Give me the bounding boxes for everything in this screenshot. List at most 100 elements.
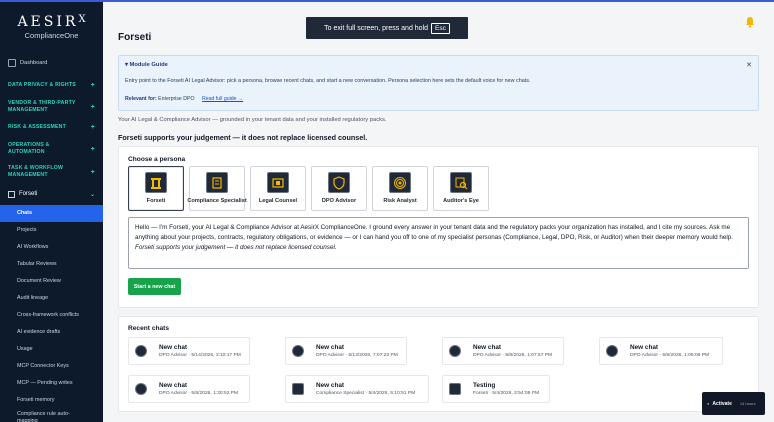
persona-avatar-icon [606,345,618,357]
module-guide-text: Entry point to the Forseti AI Legal Advi… [125,78,531,84]
sidebar-section-task[interactable]: TASK & WORKFLOW MANAGEMENT + [0,163,103,181]
document-icon [267,172,289,193]
bell-icon[interactable] [745,16,755,28]
chat-item[interactable]: New chat DPO Advisor · 5/8/2026, 1:07:57 … [442,337,564,365]
chat-item[interactable]: New chat Compliance Specialist · 5/4/2026… [285,375,429,403]
chat-item[interactable]: New chat DPO Advisor · 5/13/2026, 7:07:23… [285,337,407,365]
sidebar-subitem-document-review[interactable]: Document Review [0,273,103,290]
sidebar-section-vendor[interactable]: VENDOR & THIRD-PARTY MANAGEMENT + [0,98,103,116]
brand-logo[interactable]: AESIRX ComplianceOne [0,0,103,48]
module-guide-relevant: Relevant for: Enterprise DPO Read full g… [125,96,243,102]
persona-forseti[interactable]: Forseti [128,166,184,211]
chat-item[interactable]: New chat DPO Advisor · 5/14/2026, 3:10:17… [128,337,250,365]
chat-meta: DPO Advisor · 5/8/2026, 1:07:57 PM [473,353,553,358]
persona-intro: Hello — I'm Forseti, your AI Legal & Com… [128,217,749,269]
relevant-value: Enterprise DPO [158,96,195,102]
persona-avatar-icon [292,345,304,357]
sidebar-item-forseti[interactable]: Forseti ⌄ [0,187,103,201]
persona-intro-text: Hello — I'm Forseti, your AI Legal & Com… [135,224,734,241]
sidebar-subitem-mcp-keys[interactable]: MCP Connector Keys [0,358,103,375]
sidebar-section-risk[interactable]: RISK & ASSESSMENT + [0,120,103,134]
chat-meta: Forseti · 5/4/2026, 3:54:09 PM [473,391,540,396]
read-guide-link[interactable]: Read full guide → [202,96,243,102]
persona-intro-disclaimer: Forseti supports your judgement — it doe… [135,244,337,251]
sidebar-item-dashboard[interactable]: Dashboard [0,55,103,71]
persona-label: Legal Counsel [258,198,298,204]
persona-risk-analyst[interactable]: Risk Analyst [372,166,428,211]
sidebar-subitem-tabular-reviews[interactable]: Tabular Reviews [0,256,103,273]
sidebar-item-label: Dashboard [20,60,48,66]
persona-dpo-advisor[interactable]: DPO Advisor [311,166,367,211]
choose-persona-heading: Choose a persona [128,156,186,163]
esc-key: Esc [431,22,450,34]
sidebar-subitem-usage[interactable]: Usage [0,341,103,358]
main-content: Forseti To exit full screen, press and h… [103,2,774,422]
sidebar-subitem-ai-workflows[interactable]: AI Workflows [0,239,103,256]
magnifier-icon [450,172,472,193]
sidebar-subitem-forseti-memory[interactable]: Forseti memory [0,392,103,409]
chat-item[interactable]: New chat DPO Advisor · 5/8/2026, 1:30:52 … [128,375,250,403]
sidebar-subitem-ai-evidence[interactable]: AI evidence drafts [0,324,103,341]
expand-plus-icon: + [90,145,95,153]
tagline: Your AI Legal & Compliance Advisor — gro… [118,117,387,123]
persona-avatar-icon [135,383,147,395]
activate-label: Activate [712,400,732,407]
sidebar-section-data-privacy[interactable]: DATA PRIVACY & RIGHTS + [0,78,103,92]
persona-label: DPO Advisor [321,198,357,204]
fullscreen-toast: To exit full screen, press and hold Esc [306,17,468,39]
module-guide: ▾ Module Guide ✕ Entry point to the Fors… [118,55,759,111]
sidebar-subitem-projects[interactable]: Projects [0,222,103,239]
expand-plus-icon: + [90,81,95,89]
section-label: RISK & ASSESSMENT [8,123,66,130]
activate-widget[interactable]: ● Activate 14 hours [702,392,765,415]
chevron-down-icon: ⌄ [89,191,95,198]
page-title: Forseti [118,32,152,43]
chat-item[interactable]: New chat DPO Advisor · 5/8/2026, 1:05:06 … [599,337,723,365]
pillars-icon [145,172,167,193]
sidebar-subitem-audit-lineage[interactable]: Audit lineage [0,290,103,307]
persona-label: Auditor's Eye [443,198,479,204]
chat-name: New chat [630,344,659,351]
persona-avatar-icon [135,345,147,357]
chat-meta: Compliance Specialist · 5/4/2026, 5:10:5… [316,391,416,396]
target-icon [389,172,411,193]
disclaimer: Forseti supports your judgement — it doe… [118,133,368,142]
persona-label: Risk Analyst [383,198,417,204]
start-new-chat-button[interactable]: Start a new chat [128,278,181,295]
chat-meta: DPO Advisor · 5/13/2026, 7:07:23 PM [316,353,398,358]
expand-plus-icon: + [90,123,95,131]
chat-meta: DPO Advisor · 5/8/2026, 1:05:06 PM [630,353,710,358]
persona-legal-counsel[interactable]: Legal Counsel [250,166,306,211]
close-icon[interactable]: ✕ [746,61,752,69]
shield-icon [328,172,350,193]
chat-name: New chat [316,344,345,351]
expand-plus-icon: + [90,103,95,111]
sidebar-item-label: Forseti [19,191,38,197]
chat-name: New chat [473,344,502,351]
persona-compliance-specialist[interactable]: Compliance Specialist [187,166,247,211]
sidebar-subitem-cross-framework[interactable]: Cross-framework conflicts [0,307,103,324]
relevant-label: Relevant for: [125,96,157,102]
persona-avatar-icon [449,345,461,357]
chat-meta: DPO Advisor · 5/14/2026, 3:10:17 PM [159,353,241,358]
activate-hours: 14 hours [739,401,756,406]
toast-text: To exit full screen, press and hold [324,24,429,32]
top-accent-line [0,0,774,2]
sidebar-subitem-mcp-pending[interactable]: MCP — Pending writes [0,375,103,392]
sidebar-subitem-chats[interactable]: Chats [0,205,103,222]
sidebar-subitem-compliance-automapping[interactable]: Compliance rule auto-mapping [0,409,90,422]
persona-auditors-eye[interactable]: Auditor's Eye [433,166,489,211]
chat-item[interactable]: Testing Forseti · 5/4/2026, 3:54:09 PM [442,375,550,403]
persona-avatar-icon [449,383,461,395]
module-guide-toggle[interactable]: ▾ Module Guide [125,62,168,68]
section-label: OPERATIONS & AUTOMATION [8,142,50,155]
sidebar-section-operations[interactable]: OPERATIONS & AUTOMATION + [0,140,103,158]
status-dot-icon: ● [707,401,710,406]
chat-name: Testing [473,382,496,389]
brand-name: AESIR [17,14,79,30]
section-label: DATA PRIVACY & RIGHTS [8,81,76,88]
persona-card: Choose a persona Forseti Compliance Spec… [118,146,759,308]
chat-name: New chat [316,382,345,389]
chat-name: New chat [159,382,188,389]
dashboard-icon [8,59,16,67]
